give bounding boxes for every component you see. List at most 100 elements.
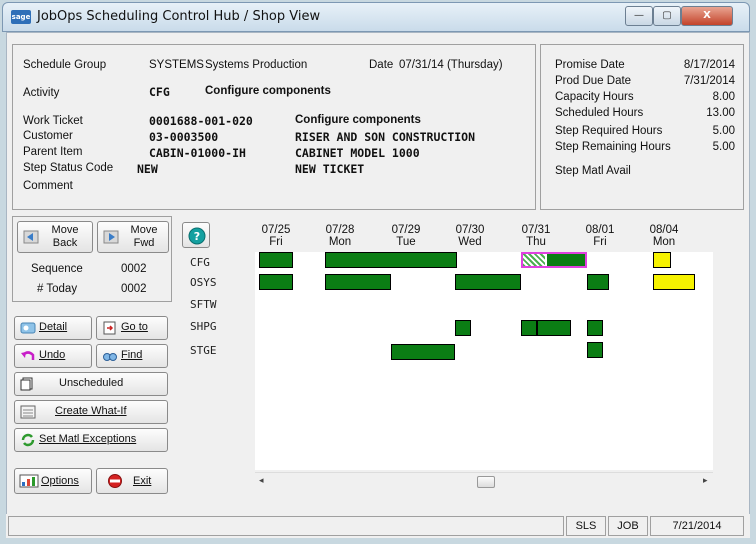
gantt-bar[interactable] [537,320,571,336]
scroll-right-icon[interactable]: ▸ [703,476,708,486]
undo-button[interactable]: Undo [14,344,92,368]
create-whatif-button[interactable]: Create What-If [14,400,168,424]
gantt-bar[interactable] [325,274,391,290]
status-bar: SLS JOB 7/21/2014 [6,514,750,538]
capacity-hours-value: 8.00 [712,91,735,103]
goto-icon [103,321,116,335]
sage-app-icon: sage [11,10,31,24]
gantt-bar[interactable] [259,274,293,290]
move-back-label: Move Back [51,224,79,249]
options-button[interactable]: Options [14,468,92,494]
activity-name: Configure components [205,85,331,97]
gantt-bar[interactable] [391,344,455,360]
move-fwd-label: Move Fwd [130,224,158,249]
row-label-osys: OSYS [190,276,217,289]
options-icon [19,474,39,488]
future-gantt-bar[interactable] [653,252,671,268]
gantt-chart[interactable] [255,252,713,470]
today-label: # Today [37,283,78,295]
move-back-button[interactable]: Move Back [17,221,93,253]
comment-label: Comment [23,180,73,192]
gantt-bar[interactable] [587,320,603,336]
unscheduled-icon [20,377,33,391]
work-ticket-value: 0001688-001-020 [149,114,253,128]
date-0728: 07/28 [325,224,355,236]
minimize-button[interactable]: — [625,6,653,26]
exit-button[interactable]: Exit [96,468,168,494]
day-fri: Fri [269,236,283,248]
step-required-value: 5.00 [712,125,735,137]
day-mon-2: Mon [652,236,676,248]
gantt-bar[interactable] [455,320,471,336]
move-fwd-button[interactable]: Move Fwd [97,221,169,253]
scroll-left-icon[interactable]: ◂ [259,476,264,486]
day-tue: Tue [396,236,416,248]
gantt-bar[interactable] [455,274,521,290]
parent-item-desc: CABINET MODEL 1000 [295,146,420,160]
date-0730: 07/30 [455,224,485,236]
exit-label: Exit [133,475,152,487]
schedule-group-code: SYSTEMS [149,59,204,71]
activity-code: CFG [149,85,170,99]
step-status-label: Step Status Code [23,162,114,174]
svg-text:?: ? [194,230,200,243]
gantt-bar[interactable] [325,252,457,268]
gantt-bar[interactable] [587,342,603,358]
unscheduled-button[interactable]: Unscheduled [14,372,168,396]
set-matl-exceptions-button[interactable]: Set Matl Exceptions [14,428,168,452]
status-module: SLS [566,516,606,536]
ticket-info-panel: Schedule Group SYSTEMS Systems Productio… [12,44,536,210]
move-fwd-icon [103,230,119,244]
status-type: JOB [608,516,648,536]
activity-label: Activity [23,87,60,99]
horizontal-scrollbar[interactable]: ◂ ▸ [255,472,713,490]
find-button[interactable]: Find [96,344,168,368]
title-bar[interactable]: sage JobOps Scheduling Control Hub / Sho… [2,2,750,32]
application-window: sage JobOps Scheduling Control Hub / Sho… [0,0,756,544]
status-message-cell [8,516,564,536]
goto-button[interactable]: Go to [96,316,168,340]
status-date: 7/21/2014 [650,516,744,536]
date-0731: 07/31 [521,224,551,236]
scheduled-hours-label: Scheduled Hours [555,107,644,119]
help-button[interactable]: ? [182,222,210,248]
refresh-icon [21,433,35,447]
date-label: Date [369,59,394,71]
scheduled-hours-value: 13.00 [706,107,735,119]
date-header-0801: 08/01 Fri [580,224,620,248]
date-0801: 08/01 [585,224,615,236]
maximize-button[interactable]: ▢ [653,6,681,26]
detail-label: Detail [39,321,68,333]
gantt-bar[interactable] [587,274,609,290]
sequence-value: 0002 [121,263,147,275]
future-gantt-bar[interactable] [653,274,695,290]
step-required-label: Step Required Hours [555,125,663,137]
detail-button[interactable]: Detail [14,316,92,340]
gantt-bar[interactable] [521,320,537,336]
create-whatif-label: Create What-If [55,405,127,417]
sequence-label: Sequence [31,263,83,275]
date-header-0725: 07/25 Fri [256,224,296,248]
schedule-group-name: Systems Production [205,59,308,71]
unscheduled-label: Unscheduled [59,377,124,389]
step-status-value: NEW [137,162,158,176]
find-icon [103,353,117,361]
parent-item-value: CABIN-01000-IH [149,146,246,160]
row-label-shpg: SHPG [190,320,217,333]
stop-icon [108,474,122,488]
date-0729: 07/29 [391,224,421,236]
scroll-thumb[interactable] [477,476,495,488]
selected-gantt-bar[interactable] [521,252,587,268]
hatched-segment [523,254,545,266]
row-label-sftw: SFTW [190,298,217,311]
step-remaining-label: Step Remaining Hours [555,141,671,153]
customer-name: RISER AND SON CONSTRUCTION [295,130,476,144]
capacity-hours-label: Capacity Hours [555,91,634,103]
date-0804: 08/04 [649,224,679,236]
close-button[interactable]: X [681,6,733,26]
promise-date-value: 8/17/2014 [683,59,735,71]
gantt-bar[interactable] [259,252,293,268]
summary-panel: Promise Date 8/17/2014 Prod Due Date 7/3… [540,44,744,210]
parent-item-label: Parent Item [23,146,83,158]
create-whatif-icon [20,405,36,419]
